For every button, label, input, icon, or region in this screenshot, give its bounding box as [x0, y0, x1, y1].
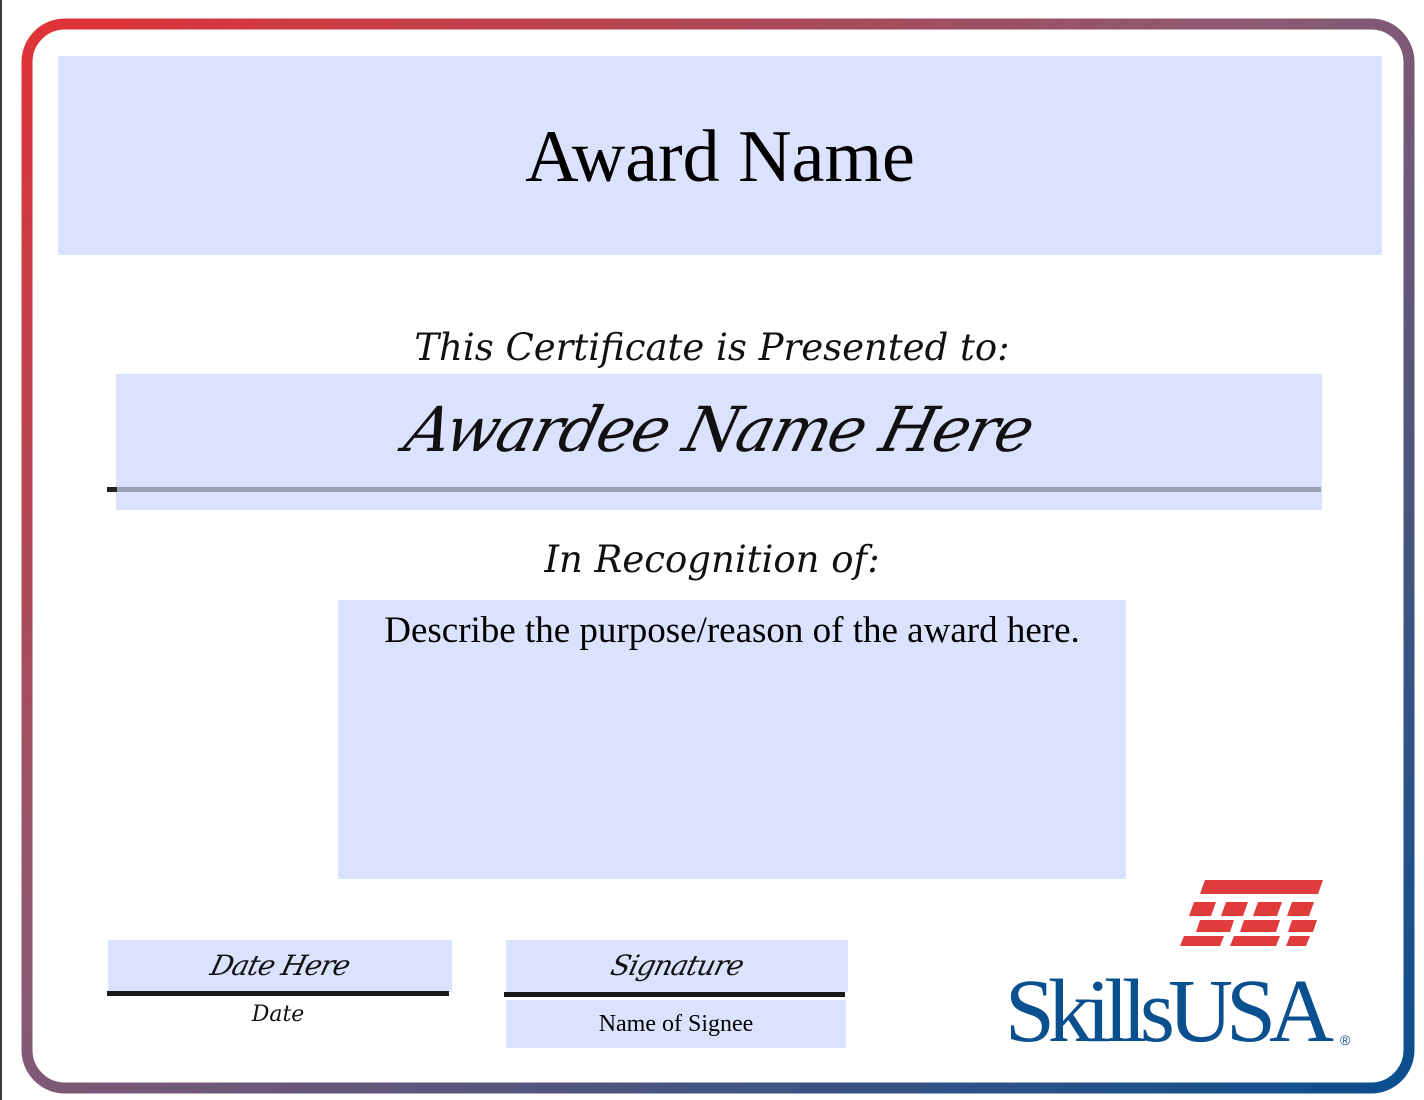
- recognition-label: In Recognition of:: [544, 538, 880, 581]
- date-value: Date Here: [207, 949, 354, 982]
- skillsusa-stripes-icon: [1180, 880, 1323, 946]
- presented-to-label: This Certificate is Presented to:: [414, 326, 1010, 369]
- date-underline: [107, 991, 449, 996]
- purpose-text: Describe the purpose/reason of the award…: [384, 610, 1080, 651]
- registered-mark: ®: [1340, 1032, 1351, 1048]
- skillsusa-logo: SkillsUSA: [1004, 962, 1334, 1061]
- signature-underline: [504, 992, 845, 997]
- awardee-underline: [117, 487, 1321, 492]
- awardee-name: Awardee Name Here: [398, 393, 1041, 466]
- signee-name: Name of Signee: [598, 1011, 754, 1037]
- signature-value: Signature: [607, 949, 747, 982]
- awardee-underline-tick: [107, 487, 117, 492]
- award-name: Award Name: [525, 116, 915, 198]
- date-caption: Date: [251, 1002, 305, 1027]
